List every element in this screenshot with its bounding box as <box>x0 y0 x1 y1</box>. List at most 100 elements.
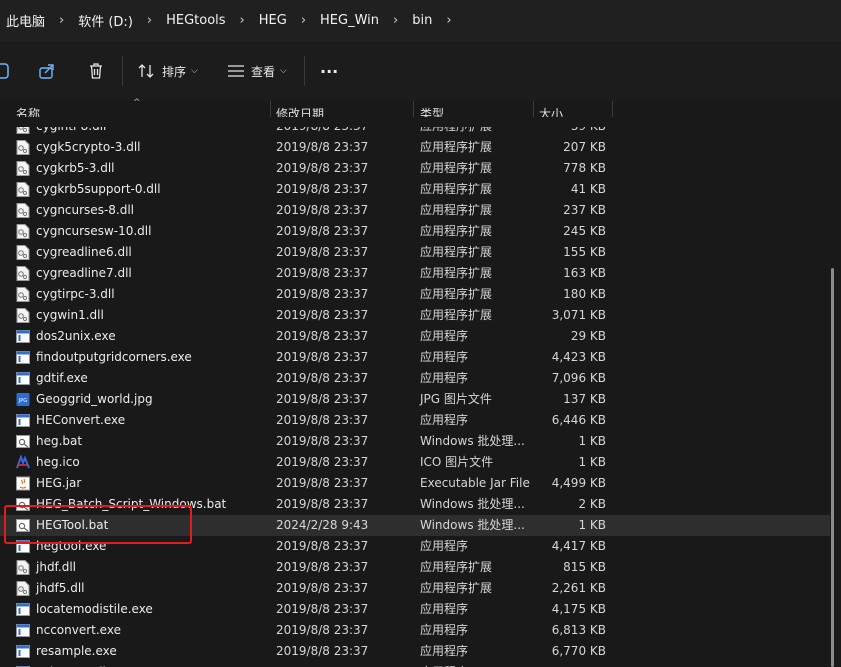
breadcrumb-chevron-icon[interactable]: › <box>385 13 406 28</box>
file-size: 207 KB <box>563 140 606 154</box>
sort-button[interactable]: 排序 ⌵ <box>138 41 198 101</box>
file-row[interactable]: ncconvert.exe 2019/8/8 23:37 应用程序 6,813 KB <box>0 620 830 641</box>
copy-path-button[interactable] <box>0 41 12 101</box>
file-type: 应用程序扩展 <box>420 560 493 574</box>
file-name: cygkrb5support-0.dll <box>36 182 161 196</box>
file-type: 应用程序 <box>420 371 469 385</box>
file-type: 应用程序 <box>420 350 469 364</box>
file-row[interactable]: cygtirpc-3.dll 2019/8/8 23:37 应用程序扩展 180 KB <box>0 284 830 305</box>
file-size: 180 KB <box>563 287 606 301</box>
breadcrumb-chevron-icon[interactable]: › <box>51 13 72 28</box>
file-name: cygtirpc-3.dll <box>36 287 115 301</box>
address-bar[interactable]: 此电脑 › 软件 (D:) › HEGtools › HEG › HEG_Win… <box>0 0 841 41</box>
file-type: 应用程序扩展 <box>420 581 493 595</box>
file-size: 155 KB <box>563 245 606 259</box>
breadcrumb-chevron-icon[interactable]: › <box>232 13 253 28</box>
chevron-down-icon: ⌵ <box>280 66 287 76</box>
file-type: 应用程序 <box>420 329 469 343</box>
svg-text:JPG: JPG <box>18 398 27 404</box>
file-type: 应用程序扩展 <box>420 182 493 196</box>
dll-file-icon <box>16 581 30 596</box>
file-type: JPG 图片文件 <box>420 392 492 406</box>
list-top-edge <box>0 117 841 127</box>
file-row[interactable]: cygncursesw-10.dll 2019/8/8 23:37 应用程序扩展 24… <box>0 221 830 242</box>
file-type: Windows 批处理... <box>420 434 525 448</box>
vertical-scrollbar[interactable] <box>831 268 834 667</box>
breadcrumb-this-pc[interactable]: 此电脑 <box>0 11 51 30</box>
file-name: cygreadline7.dll <box>36 266 132 280</box>
file-size: 1 KB <box>578 455 606 469</box>
file-row[interactable]: HEConvert.exe 2019/8/8 23:37 应用程序 6,446 KB <box>0 410 830 431</box>
breadcrumb: 此电脑 › 软件 (D:) › HEGtools › HEG › HEG_Win… <box>0 0 460 41</box>
file-row[interactable]: findoutputgridcorners.exe 2019/8/8 23:37 应… <box>0 347 830 368</box>
file-size: 2,261 KB <box>551 581 606 595</box>
file-row[interactable]: cygncurses-8.dll 2019/8/8 23:37 应用程序扩展 237 … <box>0 200 830 221</box>
file-modified-date: 2019/8/8 23:37 <box>276 581 369 595</box>
copy-path-icon <box>0 63 9 79</box>
file-name: subsetmodis.exe <box>36 662 137 667</box>
file-modified-date: 2019/8/8 23:37 <box>276 203 369 217</box>
toolbar-divider <box>304 56 305 86</box>
file-modified-date: 2019/8/8 23:37 <box>276 662 368 667</box>
breadcrumb-heg-win[interactable]: HEG_Win <box>314 13 385 28</box>
file-modified-date: 2019/8/8 23:37 <box>276 266 369 280</box>
bat-file-icon <box>16 434 30 449</box>
file-type: 应用程序 <box>420 623 469 637</box>
share-button[interactable] <box>38 41 56 101</box>
sort-icon <box>138 64 154 78</box>
file-row[interactable]: resample.exe 2019/8/8 23:37 应用程序 6,770 KB <box>0 641 830 662</box>
delete-button[interactable] <box>87 41 105 101</box>
file-row[interactable]: subsetmodis.exe 2019/8/8 23:37 应用程序 <box>0 662 830 667</box>
file-row[interactable]: JPG Geoggrid_world.jpg 2019/8/8 23:37 JPG 图… <box>0 389 830 410</box>
breadcrumb-hegtools[interactable]: HEGtools <box>160 13 231 28</box>
breadcrumb-chevron-icon[interactable]: › <box>139 13 160 28</box>
file-name: HEG.jar <box>36 476 82 490</box>
highlight-annotation-box <box>4 505 192 544</box>
breadcrumb-drive-d[interactable]: 软件 (D:) <box>72 11 139 30</box>
view-list-icon <box>228 65 244 77</box>
dll-file-icon <box>16 245 30 260</box>
file-type: 应用程序扩展 <box>420 224 493 238</box>
file-name: findoutputgridcorners.exe <box>36 350 192 364</box>
breadcrumb-chevron-icon[interactable]: › <box>438 13 459 28</box>
file-row[interactable]: jhdf5.dll 2019/8/8 23:37 应用程序扩展 2,261 KB <box>0 578 830 599</box>
file-type: 应用程序扩展 <box>420 266 493 280</box>
file-row[interactable]: cygreadline6.dll 2019/8/8 23:37 应用程序扩展 155 … <box>0 242 830 263</box>
file-modified-date: 2019/8/8 23:37 <box>276 560 369 574</box>
file-row[interactable]: cygkrb5-3.dll 2019/8/8 23:37 应用程序扩展 778 KB <box>0 158 830 179</box>
file-type: 应用程序 <box>420 602 469 616</box>
jar-file-icon <box>16 476 30 491</box>
file-row[interactable]: gdtif.exe 2019/8/8 23:37 应用程序 7,096 KB <box>0 368 830 389</box>
file-modified-date: 2019/8/8 23:37 <box>276 308 369 322</box>
dll-file-icon <box>16 140 30 155</box>
view-button[interactable]: 查看 ⌵ <box>227 41 287 101</box>
file-row[interactable]: cygreadline7.dll 2019/8/8 23:37 应用程序扩展 163 … <box>0 263 830 284</box>
file-size: 4,423 KB <box>551 350 606 364</box>
file-modified-date: 2019/8/8 23:37 <box>276 371 369 385</box>
breadcrumb-heg[interactable]: HEG <box>253 13 293 28</box>
file-size: 6,770 KB <box>551 644 606 658</box>
file-name: resample.exe <box>36 644 117 658</box>
file-row[interactable]: cygk5crypto-3.dll 2019/8/8 23:37 应用程序扩展 207… <box>0 137 830 158</box>
file-row[interactable]: heg.bat 2019/8/8 23:37 Windows 批处理... 1 KB <box>0 431 830 452</box>
share-icon <box>39 64 54 79</box>
file-row[interactable]: cygwin1.dll 2019/8/8 23:37 应用程序扩展 3,071 KB <box>0 305 830 326</box>
file-row[interactable]: HEG.jar 2019/8/8 23:37 Executable Jar File… <box>0 473 830 494</box>
file-size: 7,096 KB <box>551 371 606 385</box>
file-row[interactable]: locatemodistile.exe 2019/8/8 23:37 应用程序 4,1… <box>0 599 830 620</box>
breadcrumb-chevron-icon[interactable]: › <box>293 13 314 28</box>
file-modified-date: 2019/8/8 23:37 <box>276 245 369 259</box>
more-options-button[interactable]: ··· <box>320 41 338 101</box>
trash-icon <box>90 63 102 79</box>
exe-file-icon <box>16 644 30 659</box>
file-row[interactable]: jhdf.dll 2019/8/8 23:37 应用程序扩展 815 KB <box>0 557 830 578</box>
file-row[interactable]: heg.ico 2019/8/8 23:37 ICO 图片文件 1 KB <box>0 452 830 473</box>
file-type: 应用程序扩展 <box>420 140 493 154</box>
file-type: ICO 图片文件 <box>420 455 494 469</box>
file-row[interactable]: cygkrb5support-0.dll 2019/8/8 23:37 应用程序扩展… <box>0 179 830 200</box>
breadcrumb-bin[interactable]: bin <box>406 13 438 28</box>
file-row[interactable]: dos2unix.exe 2019/8/8 23:37 应用程序 29 KB <box>0 326 830 347</box>
exe-file-icon <box>16 371 30 386</box>
file-modified-date: 2019/8/8 23:37 <box>276 476 369 490</box>
file-modified-date: 2019/8/8 23:37 <box>276 434 369 448</box>
